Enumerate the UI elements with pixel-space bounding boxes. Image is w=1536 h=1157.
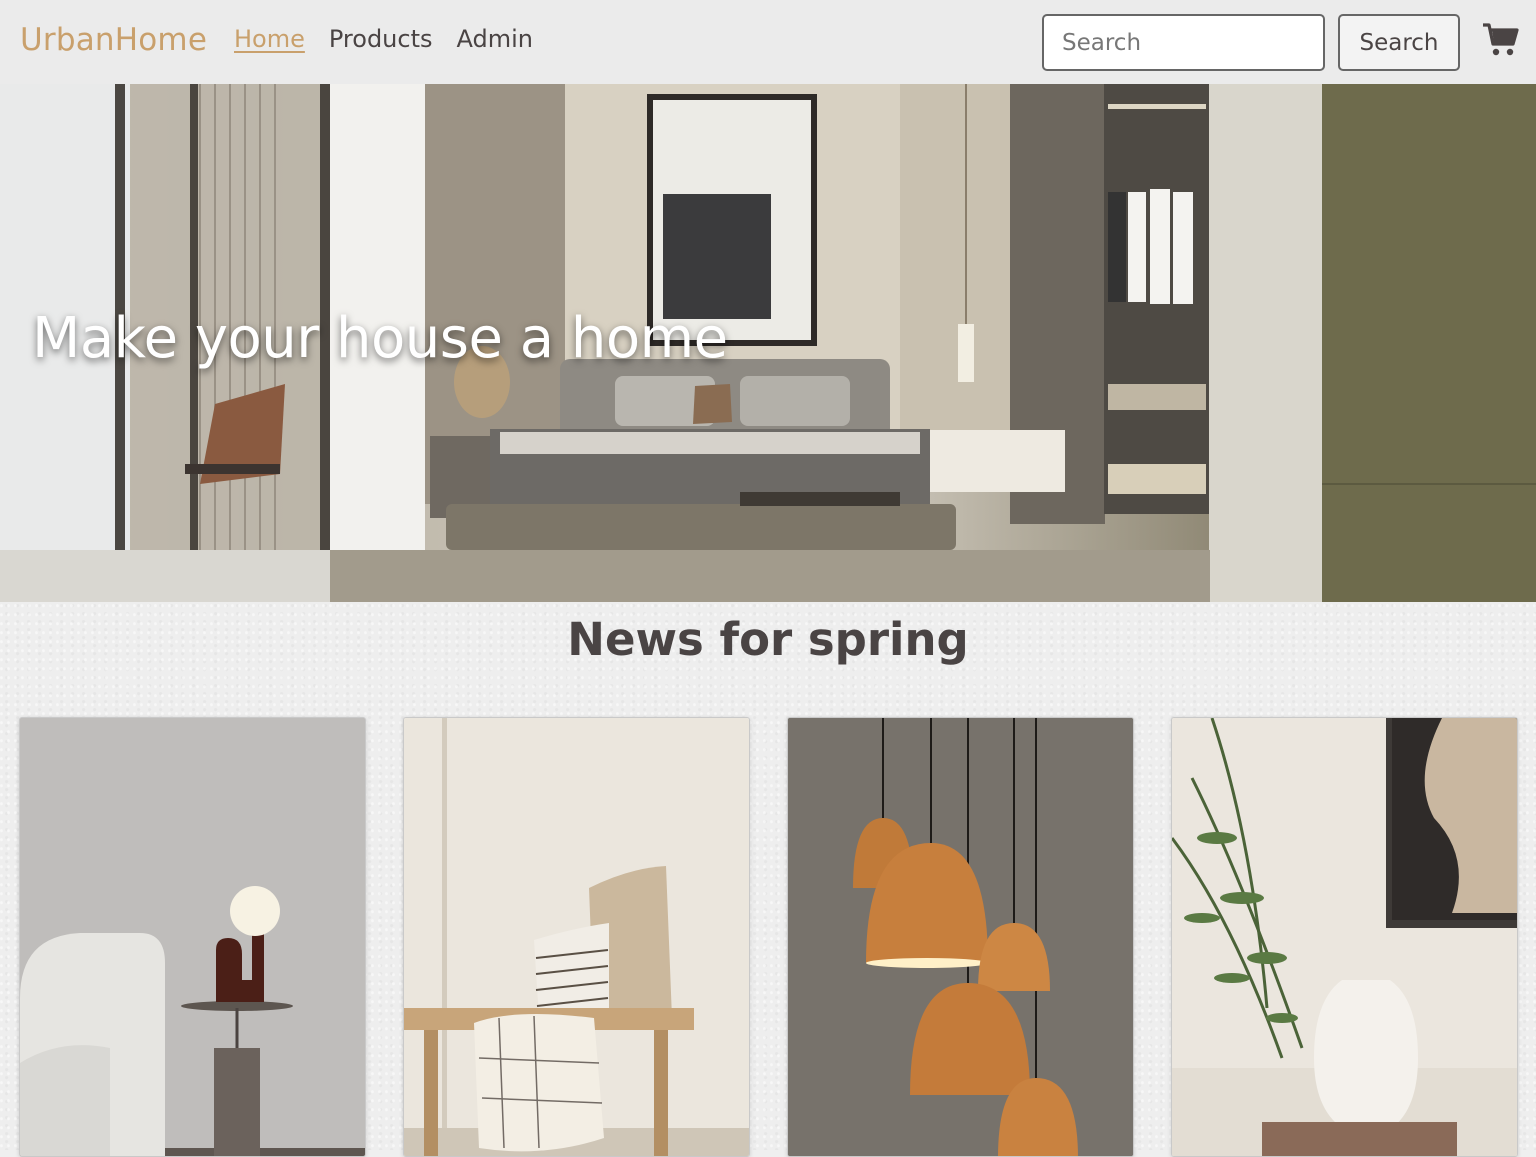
- hero-banner: Make your house a home: [0, 84, 1536, 602]
- search-button[interactable]: Search: [1338, 14, 1460, 71]
- product-card[interactable]: [787, 717, 1134, 1157]
- white-vase-image: [1172, 718, 1517, 1156]
- hero-title: Make your house a home: [32, 306, 728, 371]
- table-lamp-image: [20, 718, 365, 1156]
- cart-icon[interactable]: [1482, 22, 1520, 58]
- navbar: UrbanHome Home Products Admin Search: [0, 0, 1536, 84]
- brand-logo[interactable]: UrbanHome: [20, 22, 207, 58]
- search-input[interactable]: [1042, 14, 1325, 71]
- nav-link-products[interactable]: Products: [329, 25, 433, 53]
- nav-link-admin[interactable]: Admin: [457, 25, 534, 53]
- section-title: News for spring: [567, 613, 969, 666]
- copper-pendant-lamps-image: [788, 718, 1133, 1156]
- product-card[interactable]: [19, 717, 366, 1157]
- product-card[interactable]: [1171, 717, 1518, 1157]
- product-card[interactable]: [403, 717, 750, 1157]
- main-nav: Home Products Admin: [234, 25, 533, 53]
- bench-with-pillows-image: [404, 718, 749, 1156]
- nav-link-home[interactable]: Home: [234, 25, 305, 53]
